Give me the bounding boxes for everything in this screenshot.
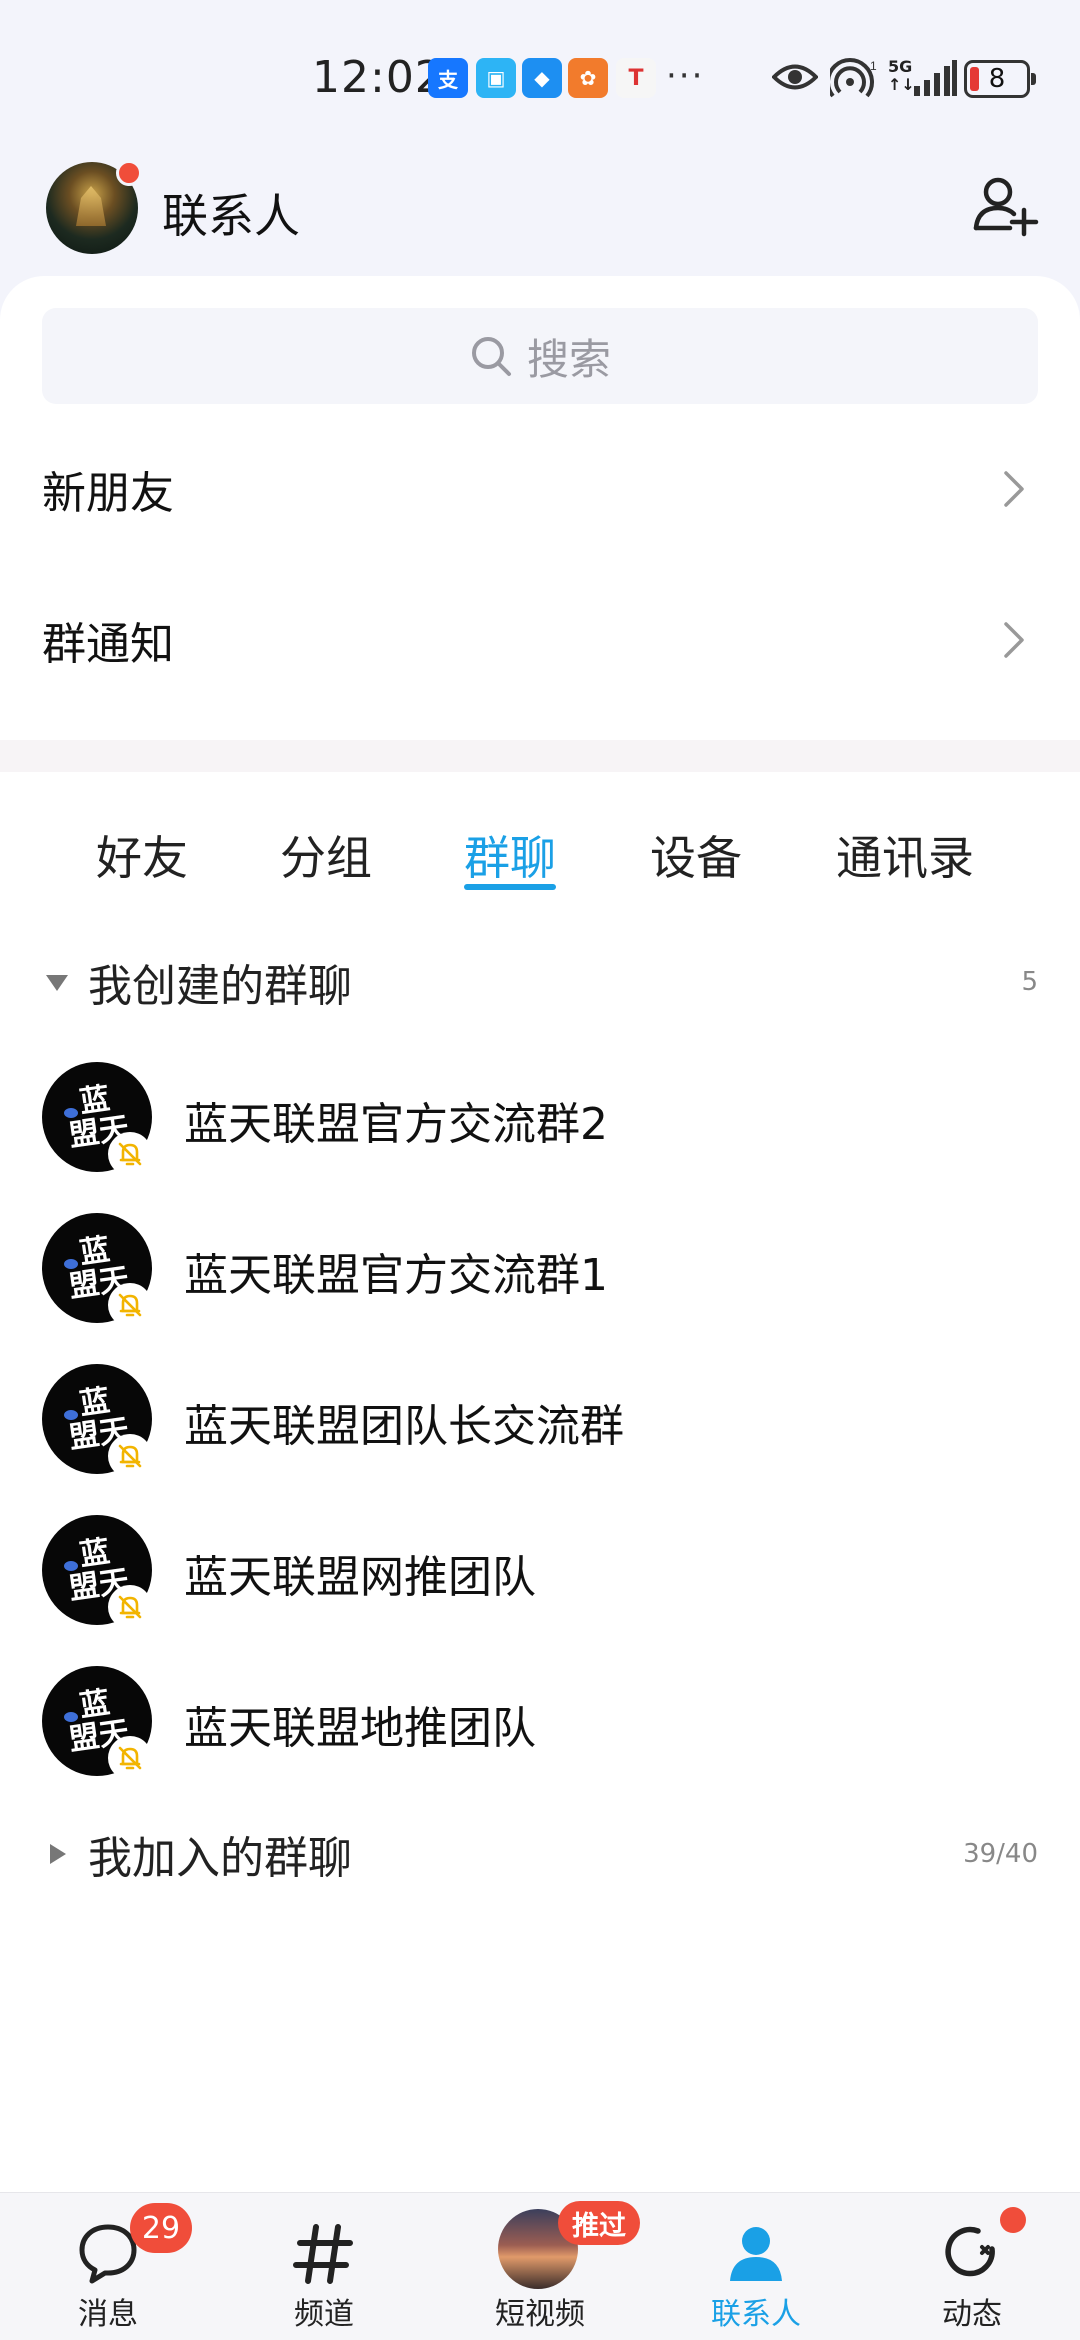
list-item[interactable]: 蓝盟天 蓝天联盟地推团队 (0, 1646, 1080, 1796)
tab-address-book[interactable]: 通讯录 (836, 822, 974, 888)
chevron-right-icon (1004, 622, 1024, 658)
group-name: 蓝天联盟网推团队 (184, 1552, 536, 1603)
list-item[interactable]: 蓝盟天 蓝天联盟官方交流群2 (0, 1042, 1080, 1192)
signal-icon (914, 60, 957, 96)
contacts-content: 好友 分组 群聊 设备 通讯录 我创建的群聊 5 蓝盟天 蓝天联盟官方交流群2 (0, 772, 1080, 2192)
joined-groups-count: 39/40 (963, 1839, 1038, 1869)
alipay-icon: 支 (428, 58, 468, 98)
page-header: 联系人 (0, 150, 1080, 280)
top-panel: 搜索 新朋友 群通知 (0, 276, 1080, 740)
app-icon-4: ✿ (568, 58, 608, 98)
chevron-right-icon (1004, 471, 1024, 507)
hashtag-icon (293, 2224, 353, 2284)
tab-bar: 好友 分组 群聊 设备 通讯录 (0, 772, 1080, 902)
nav-label: 短视频 (495, 2297, 585, 2332)
shirt-icon: T (616, 58, 656, 98)
section-divider (0, 740, 1080, 772)
bell-off-icon (118, 1293, 142, 1317)
mute-badge (108, 1434, 152, 1478)
mute-badge (108, 1283, 152, 1327)
search-input[interactable]: 搜索 (42, 308, 1038, 404)
created-groups-header[interactable]: 我创建的群聊 5 (0, 942, 1080, 1022)
app-icon-3: ◆ (522, 58, 562, 98)
list-item[interactable]: 蓝盟天 蓝天联盟网推团队 (0, 1495, 1080, 1645)
active-tab-indicator (464, 884, 556, 890)
nav-short-video[interactable]: 推过 短视频 (440, 2193, 640, 2340)
list-item[interactable]: 蓝盟天 蓝天联盟团队长交流群 (0, 1344, 1080, 1494)
status-bar: 12:02 支 ▣ ◆ ✿ T ··· 1 5G ↑↓ 8 (0, 0, 1080, 150)
nav-label: 频道 (294, 2297, 354, 2332)
collapsed-triangle-icon (50, 1844, 66, 1864)
new-activity-dot (1000, 2207, 1026, 2233)
joined-groups-header[interactable]: 我加入的群聊 39/40 (0, 1814, 1080, 1894)
bell-off-icon (118, 1746, 142, 1770)
video-badge: 推过 (558, 2201, 640, 2245)
nav-label: 消息 (78, 2297, 138, 2332)
bell-off-icon (118, 1142, 142, 1166)
nav-channels[interactable]: 频道 (224, 2193, 424, 2340)
svg-text:1: 1 (870, 59, 877, 73)
nav-messages[interactable]: 29 消息 (8, 2193, 208, 2340)
nav-label: 联系人 (711, 2297, 801, 2332)
status-time: 12:02 (312, 52, 444, 103)
group-notice-row[interactable]: 群通知 (0, 565, 1080, 715)
nav-label: 动态 (942, 2297, 1002, 2332)
group-name: 蓝天联盟团队长交流群 (184, 1401, 624, 1452)
tab-groups-category[interactable]: 分组 (280, 822, 372, 888)
network-type: 5G ↑↓ (888, 57, 915, 94)
notification-dot (116, 160, 142, 186)
mute-badge (108, 1132, 152, 1176)
more-notifications-icon: ··· (666, 56, 705, 96)
list-item[interactable]: 蓝盟天 蓝天联盟官方交流群1 (0, 1193, 1080, 1343)
contact-person-icon (730, 2227, 782, 2281)
tab-friends[interactable]: 好友 (96, 822, 188, 888)
page-title: 联系人 (162, 189, 300, 243)
unread-badge: 29 (130, 2203, 192, 2253)
new-friends-row[interactable]: 新朋友 (0, 414, 1080, 564)
tab-group-chats[interactable]: 群聊 (464, 822, 556, 888)
bottom-navigation: 29 消息 频道 推过 短视频 联系人 动态 (0, 2192, 1080, 2340)
nav-contacts[interactable]: 联系人 (656, 2193, 856, 2340)
refresh-star-icon (945, 2226, 995, 2277)
search-icon (471, 337, 511, 376)
created-groups-count: 5 (1021, 967, 1038, 997)
joined-groups-title: 我加入的群聊 (88, 1833, 352, 1884)
nav-moments[interactable]: 动态 (872, 2193, 1072, 2340)
tab-devices[interactable]: 设备 (650, 822, 742, 888)
created-groups-title: 我创建的群聊 (88, 961, 352, 1012)
mute-badge (108, 1736, 152, 1780)
search-placeholder: 搜索 (526, 334, 611, 384)
group-name: 蓝天联盟官方交流群1 (184, 1250, 608, 1301)
expanded-triangle-icon (46, 975, 68, 991)
bell-off-icon (118, 1595, 142, 1619)
bell-off-icon (118, 1444, 142, 1468)
group-name: 蓝天联盟官方交流群2 (184, 1099, 608, 1150)
app-icon-2: ▣ (476, 58, 516, 98)
group-name: 蓝天联盟地推团队 (184, 1703, 536, 1754)
hotspot-icon: 1 (830, 58, 877, 98)
group-notice-label: 群通知 (42, 619, 174, 670)
new-friends-label: 新朋友 (42, 468, 174, 519)
battery-indicator: 8 (964, 60, 1036, 98)
add-user-icon[interactable] (970, 170, 1040, 240)
mute-badge (108, 1585, 152, 1629)
eye-icon (772, 64, 818, 90)
battery-level: 8 (988, 64, 1006, 94)
